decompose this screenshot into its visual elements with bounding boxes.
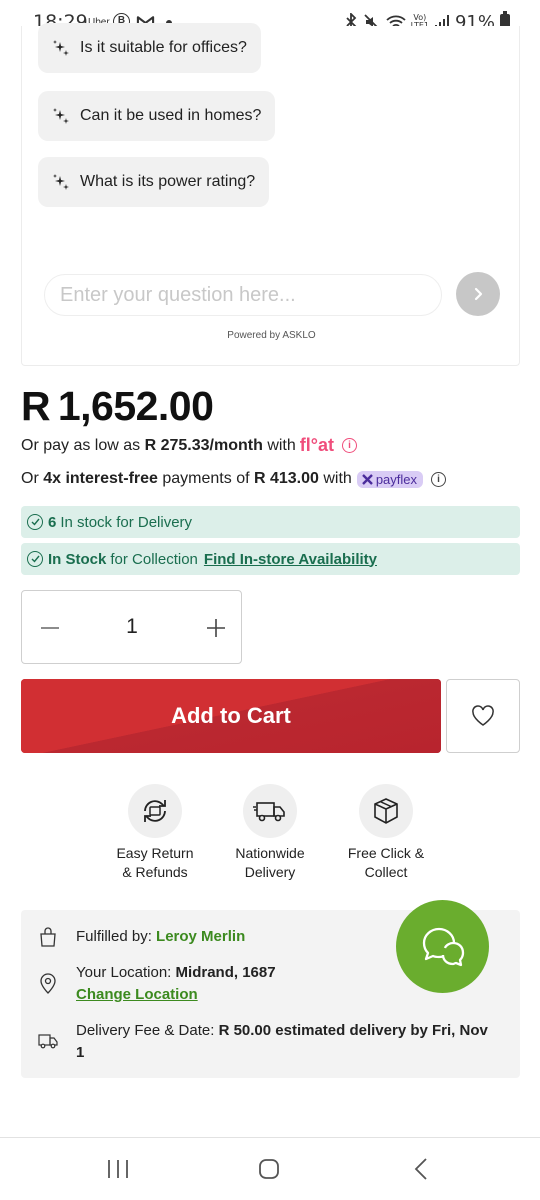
feature-line2: & Refunds [122, 864, 188, 880]
payflex-logo-text: payflex [375, 471, 418, 487]
payflex-prefix: Or [21, 470, 44, 487]
fulfilled-label: Fulfilled by: [76, 928, 157, 945]
question-input[interactable] [60, 283, 420, 307]
sparkle-icon [53, 40, 69, 56]
change-location-link[interactable]: Change Location [76, 984, 276, 1006]
collection-stock-badge: In Stock for Collection Find In-store Av… [21, 543, 520, 575]
delivery-stock-badge: 6 In stock for Delivery [21, 506, 520, 538]
feature-line2: Collect [364, 864, 408, 880]
collection-stock-status: In Stock [48, 550, 107, 568]
decrease-quantity-button[interactable] [40, 618, 60, 638]
quantity-stepper: 1 [21, 590, 242, 664]
location-pin-icon [40, 973, 56, 994]
increase-quantity-button[interactable] [206, 618, 226, 638]
delivery-truck-icon [243, 784, 297, 838]
chevron-right-icon [474, 287, 483, 301]
payflex-with: with [318, 470, 352, 487]
location-label: Your Location: [76, 964, 176, 981]
feature-click-collect: Free Click & Collect [326, 784, 446, 882]
suggestion-chip-power-rating[interactable]: What is its power rating? [38, 157, 270, 207]
check-circle-icon [27, 514, 43, 530]
suggestion-chip-offices[interactable]: Is it suitable for offices? [38, 23, 261, 73]
add-to-cart-label: Add to Cart [171, 703, 291, 728]
find-in-store-link[interactable]: Find In-store Availability [204, 551, 377, 568]
suggestion-label: What is its power rating? [80, 173, 256, 190]
check-circle-icon [27, 551, 43, 567]
sparkle-icon [53, 174, 69, 190]
feature-line2: Delivery [244, 864, 296, 880]
payflex-x-icon [361, 473, 373, 485]
delivery-stock-text: In stock for Delivery [60, 513, 193, 531]
package-icon [359, 784, 413, 838]
payflex-info-icon[interactable]: i [431, 471, 447, 487]
delivery-stock-count: 6 [48, 513, 57, 531]
shopping-bag-icon [40, 927, 56, 947]
payflex-bold: 4x interest-free [43, 470, 158, 487]
fulfilled-by-row: Fulfilled by: Leroy Merlin [76, 926, 245, 948]
send-question-button[interactable] [456, 272, 500, 316]
powered-by-asklo: Powered by ASKLO [227, 330, 316, 341]
delivery-value-continued: 1 [76, 1044, 85, 1061]
system-navigation-bar [0, 1137, 540, 1200]
delivery-value: R 50.00 estimated delivery by Fri, Nov [218, 1022, 488, 1039]
location-row: Your Location: Midrand, 1687 Change Loca… [76, 962, 276, 1006]
quantity-value[interactable]: 1 [112, 615, 152, 639]
product-price: R 1,652.00 [21, 383, 214, 429]
fulfilled-value: Leroy Merlin [156, 928, 246, 945]
float-installment-line: Or pay as low as R 275.33/month with fl°… [21, 435, 357, 456]
payflex-installment-line: Or 4x interest-free payments of R 413.00… [21, 470, 447, 488]
suggestion-label: Is it suitable for offices? [80, 39, 247, 56]
float-amount: R 275.33/month [144, 436, 263, 454]
add-to-cart-button[interactable]: Add to Cart [21, 679, 441, 753]
float-logo: fl°at [299, 435, 334, 455]
delivery-truck-icon [38, 1034, 58, 1049]
collection-stock-text: for Collection [110, 550, 198, 568]
payflex-logo: payflex [356, 470, 424, 488]
feature-line1: Easy Return [116, 845, 194, 861]
delivery-label: Delivery Fee & Date: [76, 1022, 219, 1039]
wishlist-button[interactable] [446, 679, 520, 753]
back-icon[interactable] [410, 1158, 434, 1180]
refund-icon [128, 784, 182, 838]
delivery-fee-row: Delivery Fee & Date: R 50.00 estimated d… [76, 1020, 506, 1064]
asklo-chat-panel: Is it suitable for offices? Can it be us… [21, 23, 520, 366]
question-input-wrapper [44, 274, 442, 316]
feature-easy-return: Easy Return & Refunds [95, 784, 215, 882]
feature-line1: Nationwide [235, 845, 305, 861]
float-with: with [262, 436, 296, 454]
feature-nationwide-delivery: Nationwide Delivery [210, 784, 330, 882]
float-prefix: Or pay as low as [21, 436, 145, 454]
payflex-amount: R 413.00 [253, 470, 319, 487]
payflex-mid: payments of [157, 470, 254, 487]
recent-apps-icon[interactable] [106, 1158, 130, 1180]
home-icon[interactable] [257, 1158, 281, 1180]
feature-line1: Free Click & [347, 845, 425, 861]
suggestion-label: Can it be used in homes? [80, 107, 262, 124]
heart-icon [472, 705, 494, 726]
suggestion-chip-homes[interactable]: Can it be used in homes? [38, 91, 276, 141]
chat-bubbles-icon [422, 927, 464, 966]
sparkle-icon [53, 108, 69, 124]
chat-fab-button[interactable] [396, 900, 489, 993]
location-value: Midrand, 1687 [175, 964, 276, 981]
float-info-icon[interactable]: i [341, 438, 357, 453]
